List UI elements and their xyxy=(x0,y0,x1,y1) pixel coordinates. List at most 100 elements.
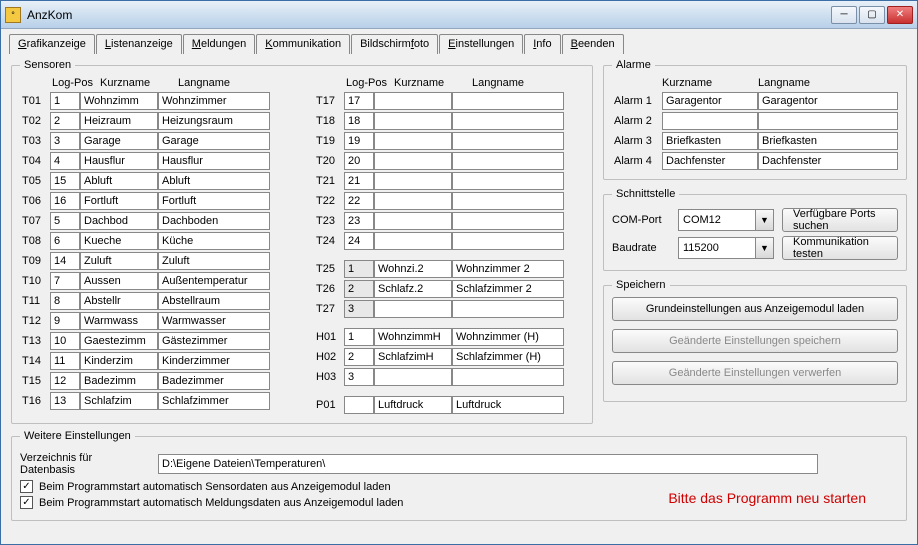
einstellungen-verwerfen-button[interactable]: Geänderte Einstellungen verwerfen xyxy=(612,361,898,385)
sensor-langname-input[interactable]: Schlafzimmer (H) xyxy=(452,348,564,366)
comport-combo[interactable]: COM12 ▼ xyxy=(678,209,774,231)
close-button[interactable]: ✕ xyxy=(887,6,913,24)
sensor-logpos-input[interactable]: 24 xyxy=(344,232,374,250)
sensor-logpos-input[interactable]: 21 xyxy=(344,172,374,190)
sensor-langname-input[interactable]: Garage xyxy=(158,132,270,150)
sensor-langname-input[interactable] xyxy=(452,132,564,150)
sensor-kurzname-input[interactable]: Garage xyxy=(80,132,158,150)
sensor-logpos-input[interactable]: 9 xyxy=(50,312,80,330)
sensor-langname-input[interactable]: Schlafzimmer 2 xyxy=(452,280,564,298)
sensor-kurzname-input[interactable] xyxy=(374,112,452,130)
sensor-logpos-input[interactable]: 15 xyxy=(50,172,80,190)
sensor-kurzname-input[interactable]: Hausflur xyxy=(80,152,158,170)
sensor-langname-input[interactable] xyxy=(452,112,564,130)
sensor-kurzname-input[interactable]: Abstellr xyxy=(80,292,158,310)
sensor-langname-input[interactable]: Fortluft xyxy=(158,192,270,210)
sensor-kurzname-input[interactable]: Badezimm xyxy=(80,372,158,390)
minimize-button[interactable]: ─ xyxy=(831,6,857,24)
alarm-langname-input[interactable]: Briefkasten xyxy=(758,132,898,150)
sensor-logpos-input[interactable]: 1 xyxy=(50,92,80,110)
sensor-kurzname-input[interactable] xyxy=(374,172,452,190)
alarm-langname-input[interactable] xyxy=(758,112,898,130)
sensor-kurzname-input[interactable] xyxy=(374,212,452,230)
sensor-kurzname-input[interactable] xyxy=(374,152,452,170)
alarm-kurzname-input[interactable]: Dachfenster xyxy=(662,152,758,170)
sensor-logpos-input[interactable]: 17 xyxy=(344,92,374,110)
sensor-langname-input[interactable]: Abluft xyxy=(158,172,270,190)
sensor-langname-input[interactable]: Warmwasser xyxy=(158,312,270,330)
tab-kommunikation[interactable]: Kommunikation xyxy=(256,34,350,54)
sensor-logpos-input[interactable]: 5 xyxy=(50,212,80,230)
sensor-logpos-input[interactable]: 19 xyxy=(344,132,374,150)
sensor-kurzname-input[interactable]: SchlafzimH xyxy=(374,348,452,366)
sensor-logpos-input[interactable] xyxy=(344,396,374,414)
sensor-langname-input[interactable] xyxy=(452,152,564,170)
sensor-kurzname-input[interactable]: Heizraum xyxy=(80,112,158,130)
sensor-kurzname-input[interactable]: Wohnzi.2 xyxy=(374,260,452,278)
maximize-button[interactable]: ▢ xyxy=(859,6,885,24)
sensor-logpos-input[interactable]: 4 xyxy=(50,152,80,170)
sensor-langname-input[interactable]: Heizungsraum xyxy=(158,112,270,130)
sensor-langname-input[interactable]: Kinderzimmer xyxy=(158,352,270,370)
sensor-langname-input[interactable]: Außentemperatur xyxy=(158,272,270,290)
alarm-langname-input[interactable]: Garagentor xyxy=(758,92,898,110)
sensor-logpos-input[interactable]: 6 xyxy=(50,232,80,250)
sensor-kurzname-input[interactable] xyxy=(374,132,452,150)
sensor-kurzname-input[interactable]: Warmwass xyxy=(80,312,158,330)
alarm-kurzname-input[interactable]: Briefkasten xyxy=(662,132,758,150)
sensor-kurzname-input[interactable]: Schlafzim xyxy=(80,392,158,410)
baudrate-combo[interactable]: 115200 ▼ xyxy=(678,237,774,259)
tab-beenden[interactable]: Beenden xyxy=(562,34,624,54)
sensor-langname-input[interactable] xyxy=(452,192,564,210)
sensor-kurzname-input[interactable] xyxy=(374,232,452,250)
sensor-logpos-input[interactable]: 7 xyxy=(50,272,80,290)
ports-suchen-button[interactable]: Verfügbare Ports suchen xyxy=(782,208,898,232)
sensor-langname-input[interactable]: Wohnzimmer 2 xyxy=(452,260,564,278)
sensor-kurzname-input[interactable]: WohnzimmH xyxy=(374,328,452,346)
verzeichnis-input[interactable]: D:\Eigene Dateien\Temperaturen\ xyxy=(158,454,818,474)
sensor-kurzname-input[interactable]: Luftdruck xyxy=(374,396,452,414)
sensor-kurzname-input[interactable]: Fortluft xyxy=(80,192,158,210)
sensor-logpos-input[interactable]: 14 xyxy=(50,252,80,270)
sensor-langname-input[interactable]: Küche xyxy=(158,232,270,250)
sensor-langname-input[interactable]: Abstellraum xyxy=(158,292,270,310)
sensor-logpos-input[interactable]: 16 xyxy=(50,192,80,210)
sensor-kurzname-input[interactable] xyxy=(374,300,452,318)
checkbox-sensordaten[interactable]: ✓ xyxy=(20,480,33,493)
tab-info[interactable]: Info xyxy=(524,34,560,54)
checkbox-meldungsdaten[interactable]: ✓ xyxy=(20,496,33,509)
sensor-langname-input[interactable] xyxy=(452,232,564,250)
komm-testen-button[interactable]: Kommunikation testen xyxy=(782,236,898,260)
sensor-langname-input[interactable]: Zuluft xyxy=(158,252,270,270)
sensor-langname-input[interactable] xyxy=(452,368,564,386)
sensor-logpos-input[interactable]: 2 xyxy=(344,280,374,298)
sensor-kurzname-input[interactable]: Abluft xyxy=(80,172,158,190)
sensor-logpos-input[interactable]: 22 xyxy=(344,192,374,210)
sensor-logpos-input[interactable]: 1 xyxy=(344,260,374,278)
sensor-langname-input[interactable]: Luftdruck xyxy=(452,396,564,414)
tab-bildschirmfoto[interactable]: Bildschirmfoto xyxy=(351,34,438,54)
sensor-logpos-input[interactable]: 1 xyxy=(344,328,374,346)
sensor-logpos-input[interactable]: 2 xyxy=(344,348,374,366)
sensor-kurzname-input[interactable] xyxy=(374,368,452,386)
sensor-langname-input[interactable]: Gästezimmer xyxy=(158,332,270,350)
sensor-langname-input[interactable]: Wohnzimmer xyxy=(158,92,270,110)
alarm-kurzname-input[interactable] xyxy=(662,112,758,130)
sensor-kurzname-input[interactable]: Gaestezimm xyxy=(80,332,158,350)
sensor-kurzname-input[interactable] xyxy=(374,92,452,110)
sensor-kurzname-input[interactable]: Schlafz.2 xyxy=(374,280,452,298)
sensor-langname-input[interactable]: Badezimmer xyxy=(158,372,270,390)
sensor-kurzname-input[interactable]: Dachbod xyxy=(80,212,158,230)
sensor-langname-input[interactable] xyxy=(452,92,564,110)
einstellungen-speichern-button[interactable]: Geänderte Einstellungen speichern xyxy=(612,329,898,353)
sensor-logpos-input[interactable]: 8 xyxy=(50,292,80,310)
sensor-langname-input[interactable]: Schlafzimmer xyxy=(158,392,270,410)
sensor-kurzname-input[interactable]: Wohnzimm xyxy=(80,92,158,110)
sensor-logpos-input[interactable]: 18 xyxy=(344,112,374,130)
sensor-kurzname-input[interactable]: Kinderzim xyxy=(80,352,158,370)
sensor-langname-input[interactable]: Wohnzimmer (H) xyxy=(452,328,564,346)
sensor-langname-input[interactable]: Hausflur xyxy=(158,152,270,170)
sensor-kurzname-input[interactable]: Aussen xyxy=(80,272,158,290)
sensor-logpos-input[interactable]: 3 xyxy=(344,300,374,318)
alarm-kurzname-input[interactable]: Garagentor xyxy=(662,92,758,110)
